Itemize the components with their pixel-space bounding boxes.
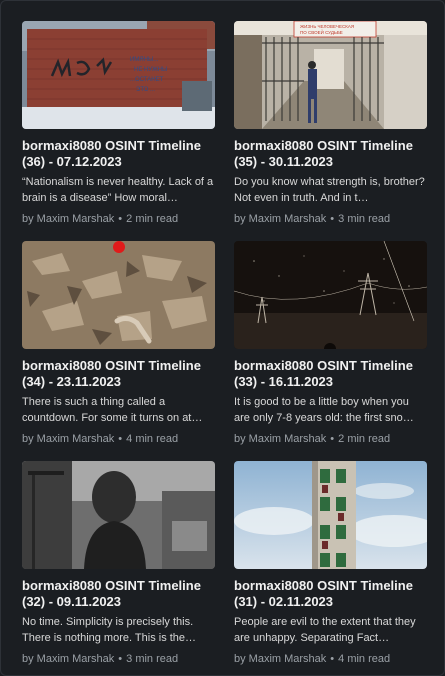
post-excerpt: “Nationalism is never healthy. Lack of a… [22, 176, 214, 204]
post-read-time: 2 min read [338, 433, 391, 445]
posts-panel: ИМЯНЫ... НЕ НУЖНЫ ...ОСТАНЕТ ЭТО ... bor… [0, 0, 445, 676]
post-author[interactable]: by Maxim Marshak [22, 213, 114, 225]
post-card[interactable]: ИМЯНЫ... НЕ НУЖНЫ ...ОСТАНЕТ ЭТО ... bor… [22, 21, 215, 229]
post-title[interactable]: bormaxi8080 OSINT Timeline (35) - 30.11.… [234, 138, 427, 170]
post-read-time: 4 min read [338, 653, 391, 665]
post-thumbnail[interactable]: ЖИЗНЬ ЧЕЛОВЕЧЕСКАЯ ПО СВОЕЙ СУДЬБЕ [234, 21, 427, 129]
rubble-image [22, 241, 215, 349]
post-read-time: 3 min read [338, 213, 391, 225]
post-meta: by Maxim Marshak • 4 min read [22, 432, 215, 446]
svg-text:НЕ НУЖНЫ: НЕ НУЖНЫ [134, 67, 167, 73]
post-card[interactable]: bormaxi8080 OSINT Timeline (31) - 02.11.… [234, 461, 427, 669]
svg-text:ИМЯНЫ...: ИМЯНЫ... [130, 57, 159, 63]
tower-sky-image [234, 461, 427, 569]
meta-separator: • [330, 213, 335, 225]
post-title[interactable]: bormaxi8080 OSINT Timeline (33) - 16.11.… [234, 358, 427, 390]
woman-back-image [22, 461, 215, 569]
post-excerpt: People are evil to the extent that they … [234, 616, 416, 644]
prison-corridor-image: ЖИЗНЬ ЧЕЛОВЕЧЕСКАЯ ПО СВОЕЙ СУДЬБЕ [234, 21, 427, 129]
post-read-time: 4 min read [126, 433, 179, 445]
post-title[interactable]: bormaxi8080 OSINT Timeline (36) - 07.12.… [22, 138, 215, 170]
post-read-time: 3 min read [126, 653, 179, 665]
meta-separator: • [118, 433, 123, 445]
post-author[interactable]: by Maxim Marshak [234, 653, 326, 665]
post-card[interactable]: bormaxi8080 OSINT Timeline (34) - 23.11.… [22, 241, 215, 449]
graffiti-wall-image: ИМЯНЫ... НЕ НУЖНЫ ...ОСТАНЕТ ЭТО ... [22, 21, 215, 129]
post-thumbnail[interactable]: ИМЯНЫ... НЕ НУЖНЫ ...ОСТАНЕТ ЭТО ... [22, 21, 215, 129]
post-grid: ИМЯНЫ... НЕ НУЖНЫ ...ОСТАНЕТ ЭТО ... bor… [22, 21, 427, 669]
meta-separator: • [118, 653, 123, 665]
post-card[interactable]: bormaxi8080 OSINT Timeline (33) - 16.11.… [234, 241, 427, 449]
meta-separator: • [330, 653, 335, 665]
post-title[interactable]: bormaxi8080 OSINT Timeline (31) - 02.11.… [234, 578, 427, 610]
post-meta: by Maxim Marshak • 2 min read [22, 212, 215, 226]
post-author[interactable]: by Maxim Marshak [22, 433, 114, 445]
power-lines-night-image [234, 241, 427, 349]
post-card[interactable]: bormaxi8080 OSINT Timeline (32) - 09.11.… [22, 461, 215, 669]
post-excerpt: There is such a thing called a countdown… [22, 396, 203, 424]
post-meta: by Maxim Marshak • 3 min read [234, 212, 427, 226]
svg-text:ЖИЗНЬ ЧЕЛОВЕЧЕСКАЯ: ЖИЗНЬ ЧЕЛОВЕЧЕСКАЯ [300, 24, 354, 29]
post-meta: by Maxim Marshak • 4 min read [234, 652, 427, 666]
post-thumbnail[interactable] [234, 241, 427, 349]
post-read-time: 2 min read [126, 213, 179, 225]
post-thumbnail[interactable] [22, 461, 215, 569]
post-title[interactable]: bormaxi8080 OSINT Timeline (32) - 09.11.… [22, 578, 215, 610]
post-card[interactable]: ЖИЗНЬ ЧЕЛОВЕЧЕСКАЯ ПО СВОЕЙ СУДЬБЕ borma… [234, 21, 427, 229]
post-title[interactable]: bormaxi8080 OSINT Timeline (34) - 23.11.… [22, 358, 215, 390]
post-author[interactable]: by Maxim Marshak [22, 653, 114, 665]
post-excerpt: It is good to be a little boy when you a… [234, 396, 414, 424]
post-meta: by Maxim Marshak • 3 min read [22, 652, 215, 666]
post-meta: by Maxim Marshak • 2 min read [234, 432, 427, 446]
post-thumbnail[interactable] [22, 241, 215, 349]
post-author[interactable]: by Maxim Marshak [234, 213, 326, 225]
post-author[interactable]: by Maxim Marshak [234, 433, 326, 445]
svg-text:ЭТО ...: ЭТО ... [136, 87, 155, 93]
meta-separator: • [330, 433, 335, 445]
post-excerpt: Do you know what strength is, brother? N… [234, 176, 425, 204]
svg-text:...ОСТАНЕТ: ...ОСТАНЕТ [130, 77, 164, 83]
post-thumbnail[interactable] [234, 461, 427, 569]
post-excerpt: No time. Simplicity is precisely this. T… [22, 616, 197, 644]
meta-separator: • [118, 213, 123, 225]
svg-text:ПО СВОЕЙ СУДЬБЕ: ПО СВОЕЙ СУДЬБЕ [300, 28, 343, 35]
